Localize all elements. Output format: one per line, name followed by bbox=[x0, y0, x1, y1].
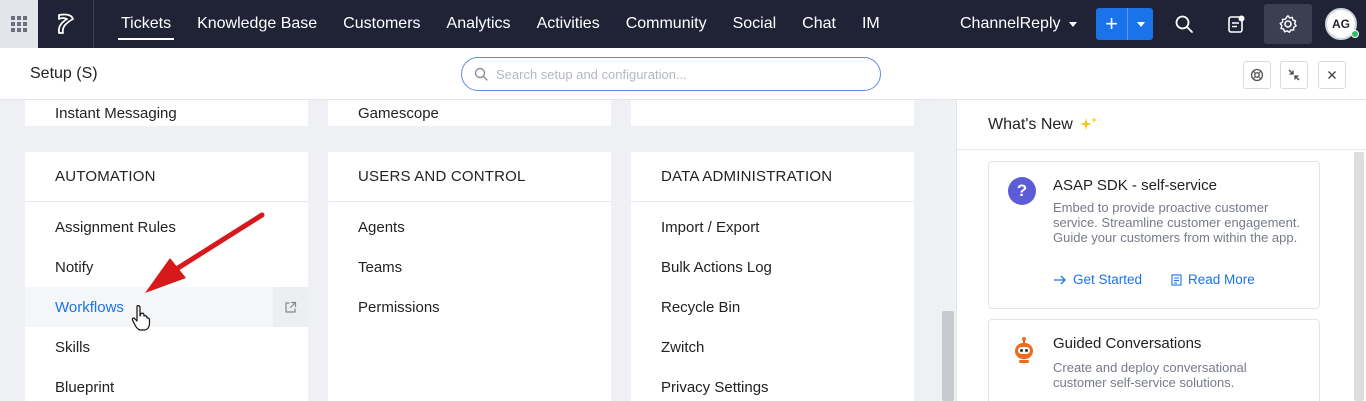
quick-add-button[interactable]: + bbox=[1096, 8, 1153, 40]
support-icon[interactable] bbox=[1243, 61, 1271, 89]
link-label: Get Started bbox=[1073, 272, 1143, 287]
card-description: Create and deploy conversational custome… bbox=[1053, 360, 1247, 390]
tab-customers[interactable]: Customers bbox=[330, 0, 433, 48]
page-title: Setup (S) bbox=[30, 65, 98, 82]
setup-search-box[interactable] bbox=[461, 57, 881, 91]
whats-new-scrollbar[interactable] bbox=[1354, 152, 1364, 401]
collapse-icon[interactable] bbox=[1280, 61, 1308, 89]
document-icon bbox=[1171, 273, 1182, 286]
tab-social[interactable]: Social bbox=[720, 0, 790, 48]
search-icon bbox=[474, 67, 488, 81]
close-icon[interactable] bbox=[1318, 61, 1346, 89]
main-scrollbar[interactable] bbox=[940, 100, 956, 401]
chevron-down-icon bbox=[1136, 21, 1145, 27]
hand-cursor-icon bbox=[131, 305, 151, 331]
read-more-link[interactable]: Read More bbox=[1171, 272, 1255, 287]
tab-tickets[interactable]: Tickets bbox=[108, 0, 184, 48]
department-label: ChannelReply bbox=[960, 15, 1061, 32]
department-selector[interactable]: ChannelReply bbox=[960, 0, 1077, 48]
arrow-right-icon bbox=[1054, 275, 1066, 284]
tab-chat[interactable]: Chat bbox=[789, 0, 849, 48]
gear-icon[interactable] bbox=[1264, 4, 1312, 44]
whats-new-header: What's New bbox=[957, 100, 1366, 150]
help-icon: ? bbox=[1008, 177, 1036, 205]
notes-icon[interactable] bbox=[1218, 6, 1254, 42]
tab-activities[interactable]: Activities bbox=[524, 0, 613, 48]
tab-knowledge-base[interactable]: Knowledge Base bbox=[184, 0, 330, 48]
whats-new-panel: What's New ? ASAP SDK - self-service Emb… bbox=[956, 100, 1366, 401]
setup-header: Setup (S) bbox=[0, 48, 1366, 100]
annotation-arrow bbox=[145, 212, 265, 293]
bot-icon bbox=[1015, 337, 1033, 363]
tab-im[interactable]: IM bbox=[849, 0, 893, 48]
search-input[interactable] bbox=[496, 66, 856, 82]
scrollbar-thumb[interactable] bbox=[942, 311, 954, 401]
get-started-link[interactable]: Get Started bbox=[1053, 272, 1142, 287]
whats-new-title: What's New bbox=[988, 115, 1073, 133]
add-dropdown-toggle[interactable] bbox=[1128, 8, 1153, 40]
plus-icon[interactable]: + bbox=[1096, 8, 1128, 40]
logo-icon[interactable] bbox=[38, 0, 94, 48]
chevron-down-icon bbox=[1068, 21, 1077, 27]
link-label: Read More bbox=[1188, 272, 1255, 287]
card-title: Guided Conversations bbox=[1053, 335, 1202, 352]
whats-new-card-guided-conversations: Guided Conversations Create and deploy c… bbox=[988, 319, 1320, 401]
whats-new-card-asap: ? ASAP SDK - self-service Embed to provi… bbox=[988, 161, 1320, 309]
setup-sections: Instant Messaging Gamescope AUTOMATION A… bbox=[0, 100, 956, 401]
card-title: ASAP SDK - self-service bbox=[1053, 177, 1217, 194]
top-navigation-bar: Tickets Knowledge Base Customers Analyti… bbox=[0, 0, 1366, 48]
sparkle-icon bbox=[1079, 116, 1097, 130]
online-status-dot bbox=[1351, 30, 1359, 38]
card-description: Embed to provide proactive customer serv… bbox=[1053, 200, 1301, 245]
tab-analytics[interactable]: Analytics bbox=[434, 0, 524, 48]
tab-community[interactable]: Community bbox=[613, 0, 720, 48]
module-tabs: Tickets Knowledge Base Customers Analyti… bbox=[108, 0, 893, 48]
search-icon[interactable] bbox=[1166, 6, 1202, 42]
apps-grid-icon[interactable] bbox=[0, 0, 38, 48]
